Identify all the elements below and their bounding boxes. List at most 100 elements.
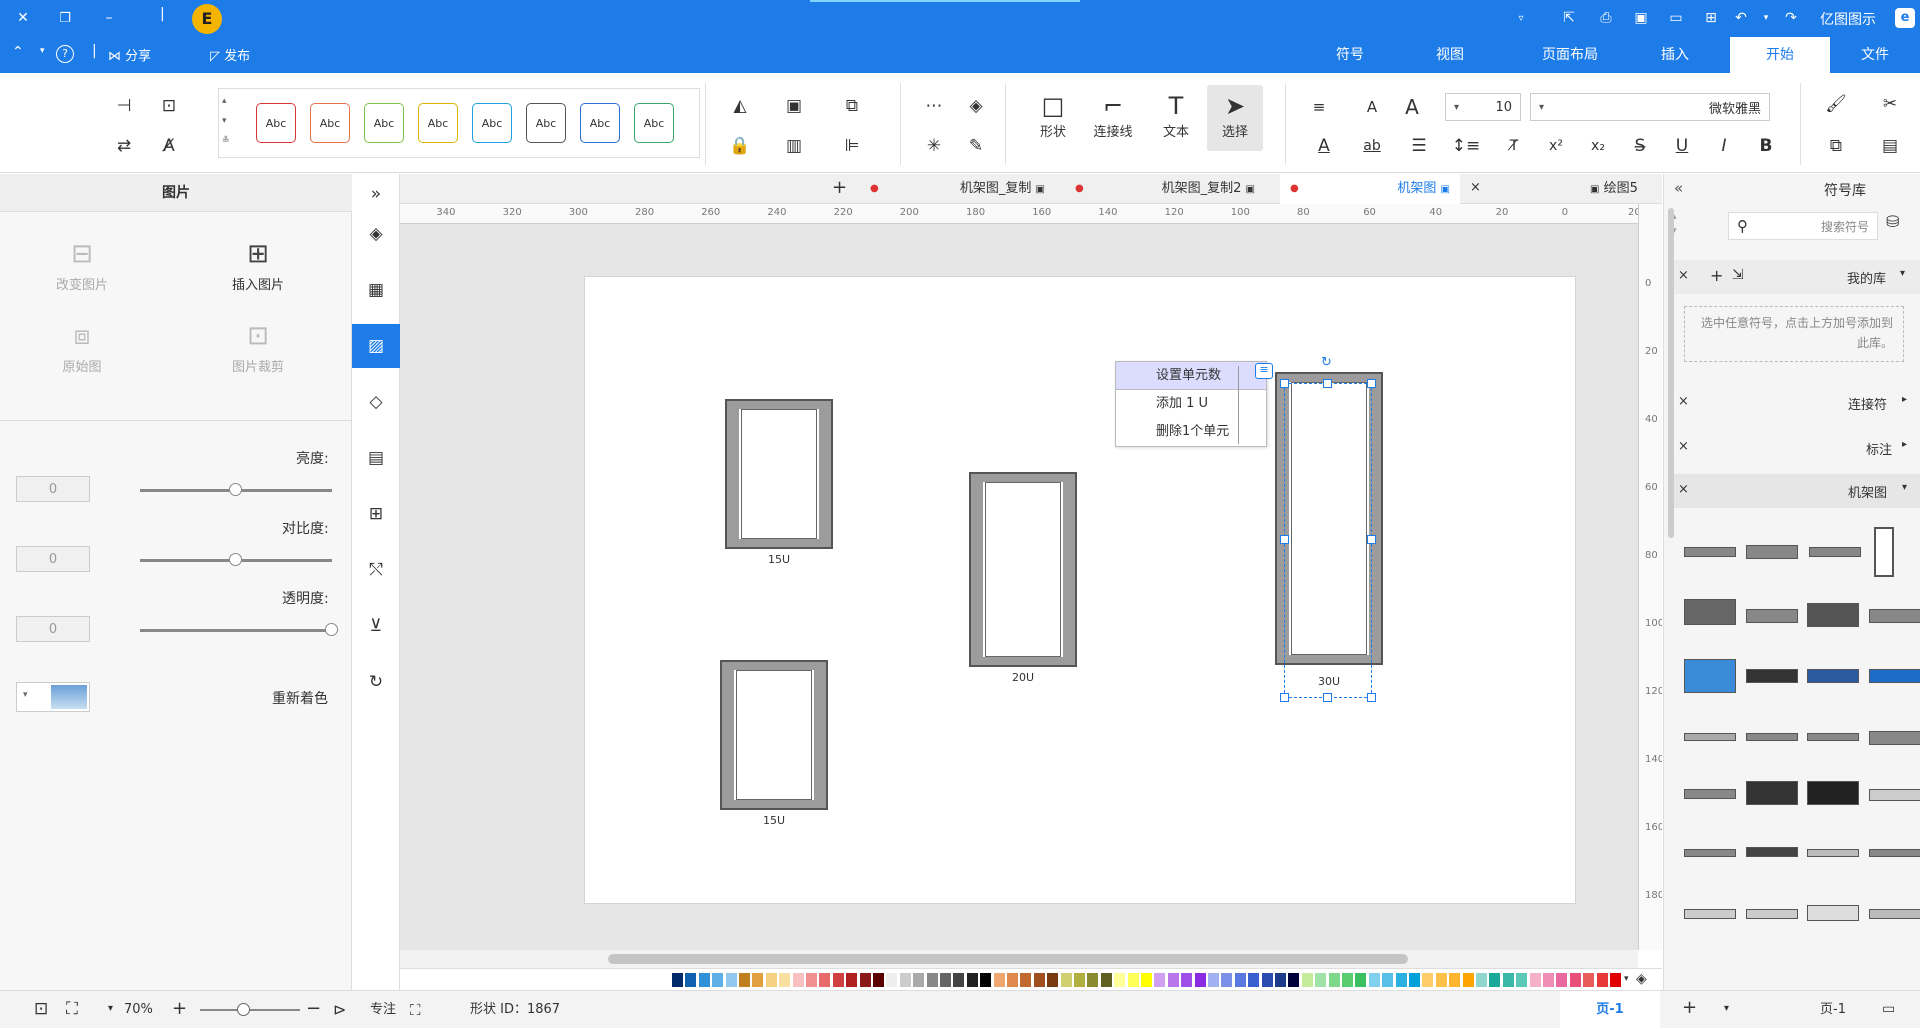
connector-tool-button[interactable]: ⌐ 连接线 xyxy=(1085,85,1141,151)
style-preset-1[interactable]: Abc xyxy=(634,103,674,143)
device-symbol[interactable] xyxy=(1746,847,1798,857)
menu-delete-unit[interactable]: 删除1个单元 xyxy=(1116,418,1266,446)
align-icon[interactable]: ⊫ xyxy=(838,133,866,159)
color-swatch[interactable] xyxy=(1596,973,1608,987)
color-swatch[interactable] xyxy=(1020,973,1032,987)
save-icon[interactable]: ▣ xyxy=(1630,7,1652,29)
color-swatch[interactable] xyxy=(1141,973,1152,987)
my-library-close-icon[interactable]: × xyxy=(1678,268,1689,283)
color-swatch[interactable] xyxy=(1007,973,1018,987)
change-image-button[interactable]: ⊟ 改变图片 xyxy=(32,234,132,304)
patch-panel-symbol[interactable] xyxy=(1869,731,1920,745)
grid-panel-icon[interactable]: ▦ xyxy=(364,278,388,302)
rack-shape[interactable] xyxy=(720,660,828,810)
color-swatch[interactable] xyxy=(1275,973,1286,987)
color-swatch[interactable] xyxy=(1154,973,1166,987)
switch-symbol[interactable] xyxy=(1807,669,1859,683)
color-swatch[interactable] xyxy=(1328,973,1340,987)
font-name-select[interactable]: ▾ 微软雅黑 xyxy=(1530,93,1770,121)
new-file-icon[interactable]: ⊞ xyxy=(1700,7,1722,29)
brightness-slider-knob[interactable] xyxy=(229,483,242,496)
color-swatch[interactable] xyxy=(806,973,817,987)
palette-fill-icon[interactable]: ◈ xyxy=(1636,971,1647,987)
server-symbol[interactable] xyxy=(1746,609,1798,623)
line-style-icon[interactable]: ⋯ xyxy=(920,93,948,119)
contrast-input[interactable]: 0 xyxy=(16,546,90,572)
symbol-search-input[interactable]: ⚲ 搜索符号 xyxy=(1728,212,1878,240)
switch-symbol[interactable] xyxy=(1869,669,1920,683)
doc-tab-close-icon[interactable]: × xyxy=(1470,180,1481,195)
color-swatch[interactable] xyxy=(1261,973,1273,987)
play-icon[interactable]: ⊳ xyxy=(333,1000,346,1019)
data-panel-icon[interactable]: ⊞ xyxy=(364,502,388,526)
shelf-symbol[interactable] xyxy=(1684,733,1736,741)
color-swatch[interactable] xyxy=(1489,973,1501,987)
color-swatch[interactable] xyxy=(993,973,1005,987)
tab-view[interactable]: 视图 xyxy=(1410,37,1490,73)
category-callouts[interactable]: × 标注 ▸ xyxy=(1672,431,1920,465)
category-close-icon[interactable]: × xyxy=(1678,482,1689,497)
style-preset-3[interactable]: Abc xyxy=(526,103,566,143)
page-tab[interactable]: 页-1 xyxy=(1560,991,1660,1029)
superscript-icon[interactable]: x² xyxy=(1542,133,1570,159)
color-swatch[interactable] xyxy=(940,973,951,987)
color-swatch[interactable] xyxy=(1543,973,1554,987)
image-panel-icon[interactable]: ▨ xyxy=(352,324,400,368)
drawing-page[interactable]: 15U 20U ↻ 30U 15U 设置单元数 添加 1 U 删除1个单元 ≡ xyxy=(584,276,1576,904)
color-swatch[interactable] xyxy=(1462,973,1474,987)
server-symbol[interactable] xyxy=(1809,547,1861,557)
style-preset-6[interactable]: Abc xyxy=(364,103,404,143)
minimize-button[interactable]: – xyxy=(98,7,120,29)
color-swatch[interactable] xyxy=(725,973,737,987)
color-swatch[interactable] xyxy=(1556,973,1568,987)
publish-button[interactable]: ◸ 发布 xyxy=(210,45,250,64)
color-swatch[interactable] xyxy=(1382,973,1394,987)
recolor-select[interactable]: ▾ xyxy=(16,682,90,712)
line-color-icon[interactable]: ✎ xyxy=(962,133,990,159)
color-swatch[interactable] xyxy=(1409,973,1420,987)
zoom-out-icon[interactable]: − xyxy=(306,998,321,1019)
style-preset-5[interactable]: Abc xyxy=(418,103,458,143)
font-color-icon[interactable]: A xyxy=(1310,133,1338,159)
color-swatch[interactable] xyxy=(859,973,871,987)
color-swatch[interactable] xyxy=(672,973,683,987)
font-size-select[interactable]: ▾ 10 xyxy=(1445,93,1521,121)
category-close-icon[interactable]: × xyxy=(1678,394,1689,409)
symbol-panel-scrollbar[interactable] xyxy=(1668,208,1674,538)
server-symbol[interactable] xyxy=(1684,599,1736,625)
server-symbol[interactable] xyxy=(1684,547,1736,557)
doc-tab-rack-copy2[interactable]: ● 机架图_复制2 ▣ xyxy=(1065,174,1265,204)
color-swatch[interactable] xyxy=(966,973,978,987)
transparency-slider-knob[interactable] xyxy=(325,623,338,636)
color-swatch[interactable] xyxy=(1529,973,1541,987)
my-library-export-icon[interactable]: ⇲ xyxy=(1732,267,1744,283)
maximize-button[interactable]: ❐ xyxy=(54,7,76,29)
menu-add-1u[interactable]: 添加 1 U xyxy=(1116,390,1266,418)
increase-font-icon[interactable]: A xyxy=(1398,94,1426,120)
color-swatch[interactable] xyxy=(1476,973,1487,987)
focus-icon[interactable]: ⛶ xyxy=(410,1001,421,1019)
font-style-icon[interactable]: A̸ xyxy=(155,133,183,159)
patch-panel-symbol[interactable] xyxy=(1807,733,1859,741)
tab-file[interactable]: 文件 xyxy=(1840,37,1910,73)
undo-icon[interactable]: ↶ xyxy=(1730,7,1752,29)
canvas-hscrollbar[interactable] xyxy=(608,954,1408,964)
transparency-input[interactable]: 0 xyxy=(16,616,90,642)
color-swatch[interactable] xyxy=(1127,973,1139,987)
tab-home[interactable]: 开始 xyxy=(1730,37,1830,73)
help-dropdown-icon[interactable]: ▾ xyxy=(40,46,45,56)
text-align-icon[interactable]: ≡ xyxy=(1305,94,1333,120)
cut-icon[interactable]: ✂ xyxy=(1876,91,1904,117)
color-swatch[interactable] xyxy=(1502,973,1514,987)
select-tool-button[interactable]: ➤ 选择 xyxy=(1207,85,1263,151)
present-panel-icon[interactable]: ⊻ xyxy=(364,614,388,638)
brightness-input[interactable]: 0 xyxy=(16,476,90,502)
replace-icon[interactable]: ⇄ xyxy=(110,133,138,159)
format-painter-icon[interactable]: 🖌 xyxy=(1822,91,1850,117)
color-swatch[interactable] xyxy=(980,973,992,987)
transparency-slider[interactable] xyxy=(140,629,332,632)
style-preset-2[interactable]: Abc xyxy=(580,103,620,143)
color-swatch[interactable] xyxy=(752,973,764,987)
shape-tool-button[interactable]: □ 形状 xyxy=(1025,85,1081,151)
color-swatch[interactable] xyxy=(1248,973,1260,987)
